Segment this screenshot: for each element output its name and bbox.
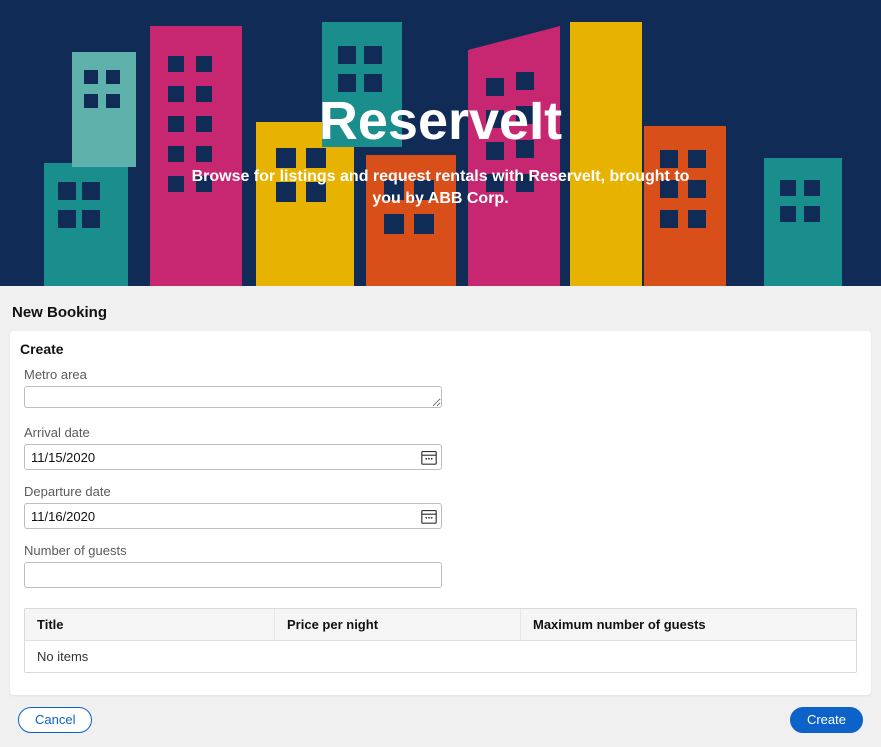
hero-title: ReserveIt	[0, 90, 881, 152]
card-title: Create	[20, 341, 857, 357]
guests-label: Number of guests	[24, 543, 857, 558]
departure-date-input[interactable]	[24, 503, 442, 529]
table-header: Title Price per night Maximum number of …	[25, 609, 856, 641]
hero-subtitle: Browse for listings and request rentals …	[191, 166, 691, 209]
guests-row: Number of guests	[24, 543, 857, 588]
calendar-icon[interactable]	[420, 507, 438, 525]
col-max-guests[interactable]: Maximum number of guests	[521, 609, 856, 640]
create-button[interactable]: Create	[790, 707, 863, 733]
listings-table: Title Price per night Maximum number of …	[24, 608, 857, 673]
page-title: New Booking	[12, 304, 869, 321]
footer-actions: Cancel Create	[10, 695, 871, 733]
arrival-date-label: Arrival date	[24, 425, 857, 440]
metro-area-row: Metro area	[24, 367, 857, 411]
departure-date-row: Departure date	[24, 484, 857, 529]
col-price[interactable]: Price per night	[275, 609, 521, 640]
calendar-icon[interactable]	[420, 448, 438, 466]
table-empty-row: No items	[25, 641, 856, 672]
metro-area-input[interactable]	[24, 386, 442, 408]
arrival-date-input[interactable]	[24, 444, 442, 470]
metro-area-label: Metro area	[24, 367, 857, 382]
create-card: Create Metro area Arrival date Departure…	[10, 331, 871, 695]
hero-banner: ReserveIt Browse for listings and reques…	[0, 0, 881, 286]
cancel-button[interactable]: Cancel	[18, 707, 92, 733]
col-title[interactable]: Title	[25, 609, 275, 640]
departure-date-label: Departure date	[24, 484, 857, 499]
guests-input[interactable]	[24, 562, 442, 588]
arrival-date-row: Arrival date	[24, 425, 857, 470]
page-body: New Booking Create Metro area Arrival da…	[0, 286, 881, 747]
hero-text: ReserveIt Browse for listings and reques…	[0, 90, 881, 209]
